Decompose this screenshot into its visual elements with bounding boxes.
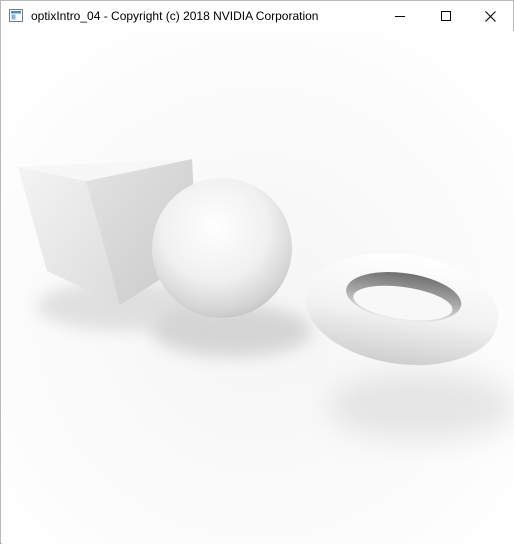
torus-shadow: [327, 371, 514, 441]
rendered-scene: [2, 31, 514, 544]
close-button[interactable]: [467, 1, 513, 31]
window-title: optixIntro_04 - Copyright (c) 2018 NVIDI…: [31, 9, 319, 23]
sphere-object: [152, 178, 292, 318]
close-icon: [484, 10, 496, 22]
minimize-button[interactable]: [377, 1, 423, 31]
title-bar[interactable]: optixIntro_04 - Copyright (c) 2018 NVIDI…: [1, 1, 513, 31]
maximize-button[interactable]: [423, 1, 469, 31]
application-icon[interactable]: [9, 9, 23, 22]
render-viewport[interactable]: [2, 31, 514, 544]
app-window: optixIntro_04 - Copyright (c) 2018 NVIDI…: [0, 0, 514, 544]
maximize-icon: [441, 11, 451, 21]
minimize-icon: [395, 16, 405, 17]
